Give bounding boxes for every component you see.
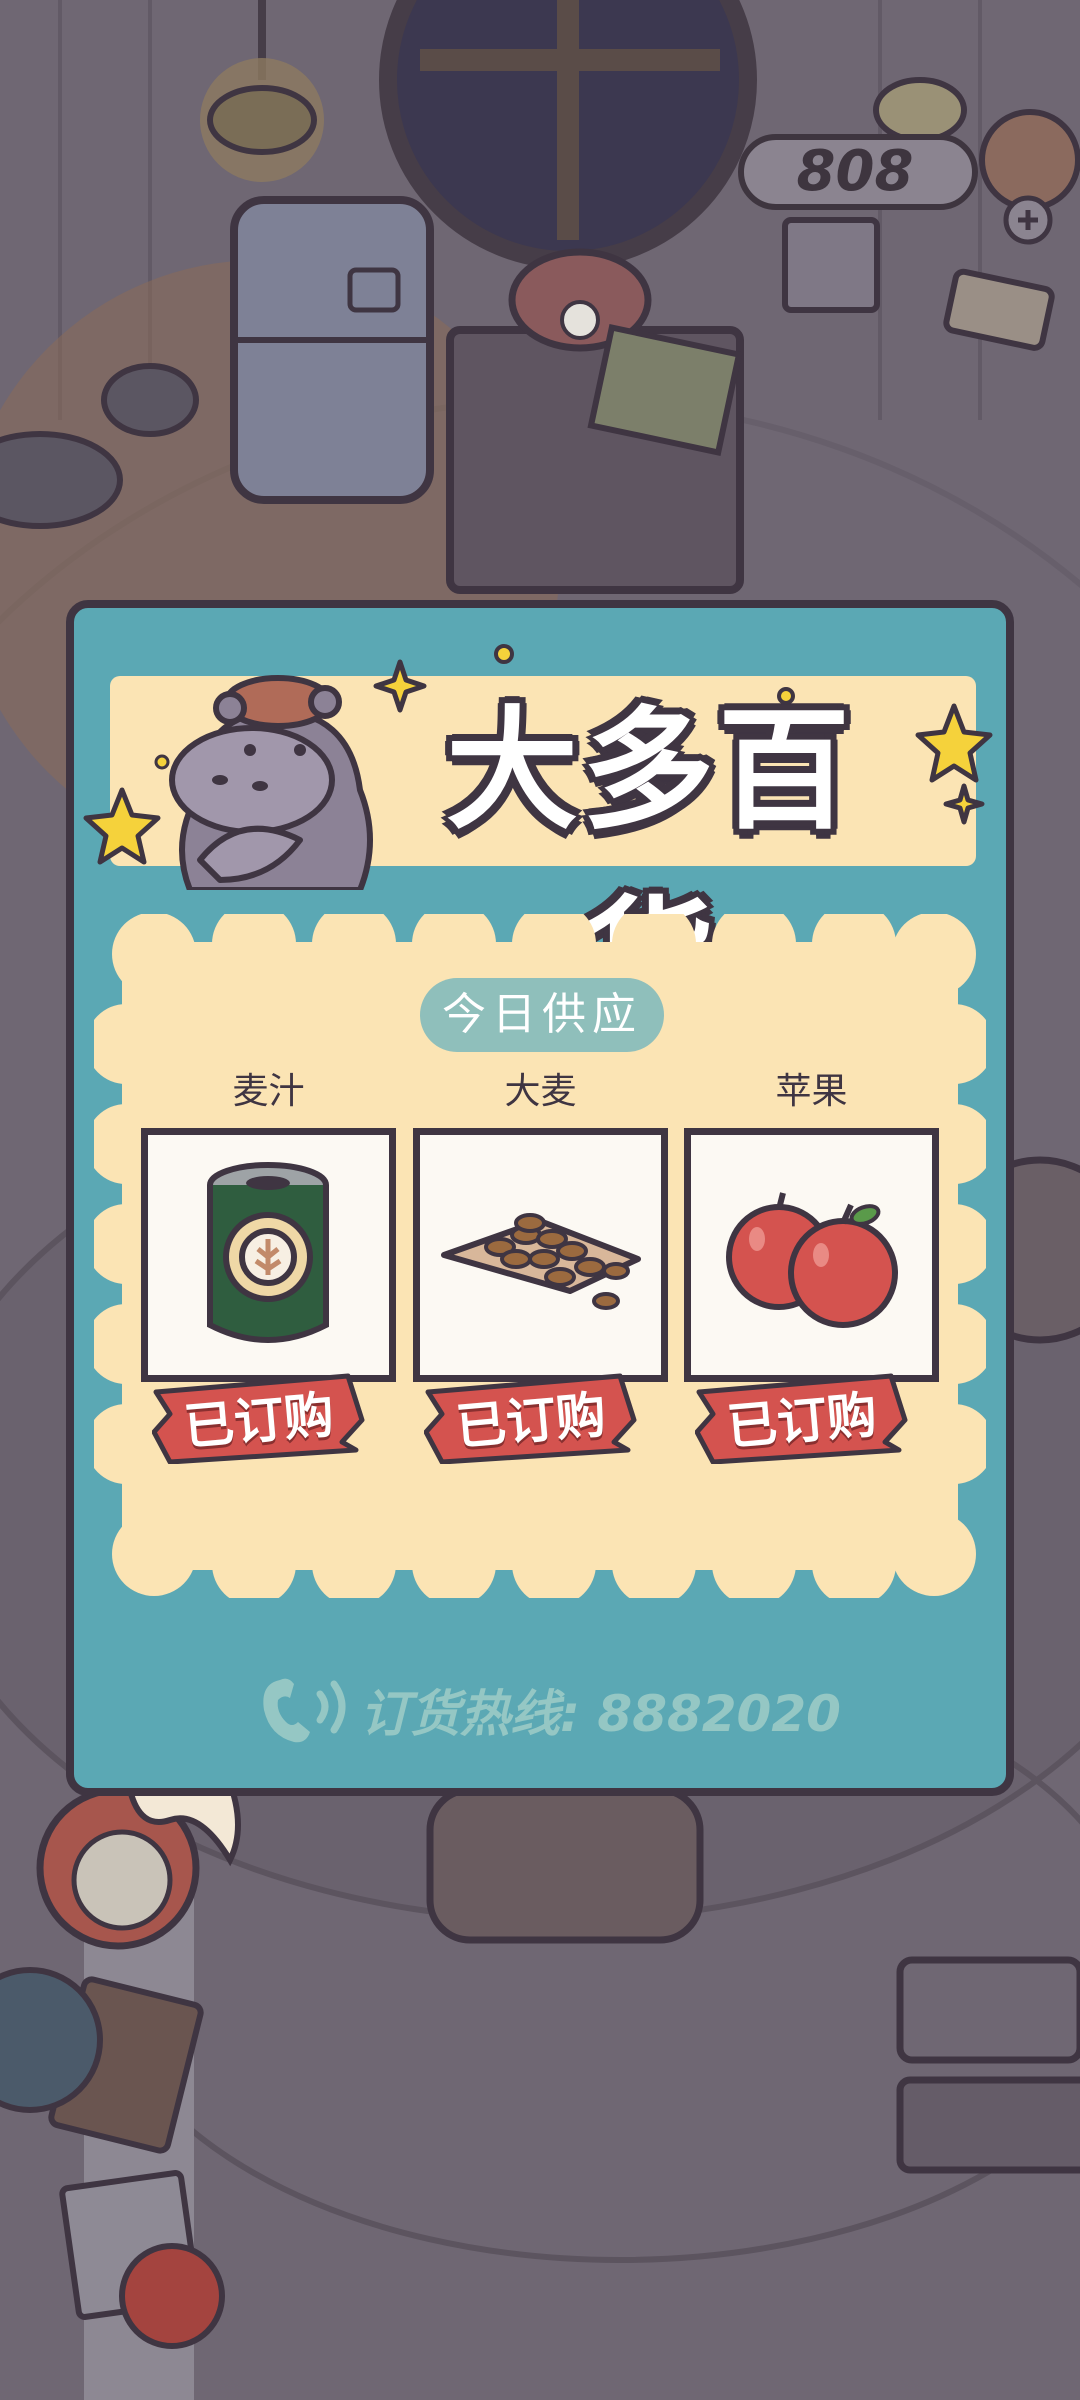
shop-title: 大多百货	[446, 694, 854, 1038]
item-slot-apple[interactable]	[684, 1128, 939, 1382]
barley-icon	[441, 1213, 641, 1310]
hippo-shopkeeper-icon	[169, 675, 373, 890]
item-name: 苹果	[775, 1071, 848, 1112]
hotline-text: 订货热线: 8882020	[360, 1685, 841, 1743]
phone-icon	[263, 1678, 346, 1743]
game-screen: 808 大多百货	[0, 0, 1080, 2400]
item-name: 麦汁	[232, 1071, 305, 1112]
apple-icon	[726, 1192, 898, 1328]
item-name: 大麦	[504, 1071, 577, 1112]
item-slot-barley[interactable]	[413, 1128, 668, 1382]
order-hotline: 订货热线: 8882020	[250, 1670, 850, 1750]
item-slot-wort[interactable]	[141, 1128, 396, 1382]
today-supply-label: 今日供应	[420, 978, 664, 1052]
wort-can-icon	[207, 1162, 329, 1343]
coin-value: 808	[796, 139, 914, 204]
